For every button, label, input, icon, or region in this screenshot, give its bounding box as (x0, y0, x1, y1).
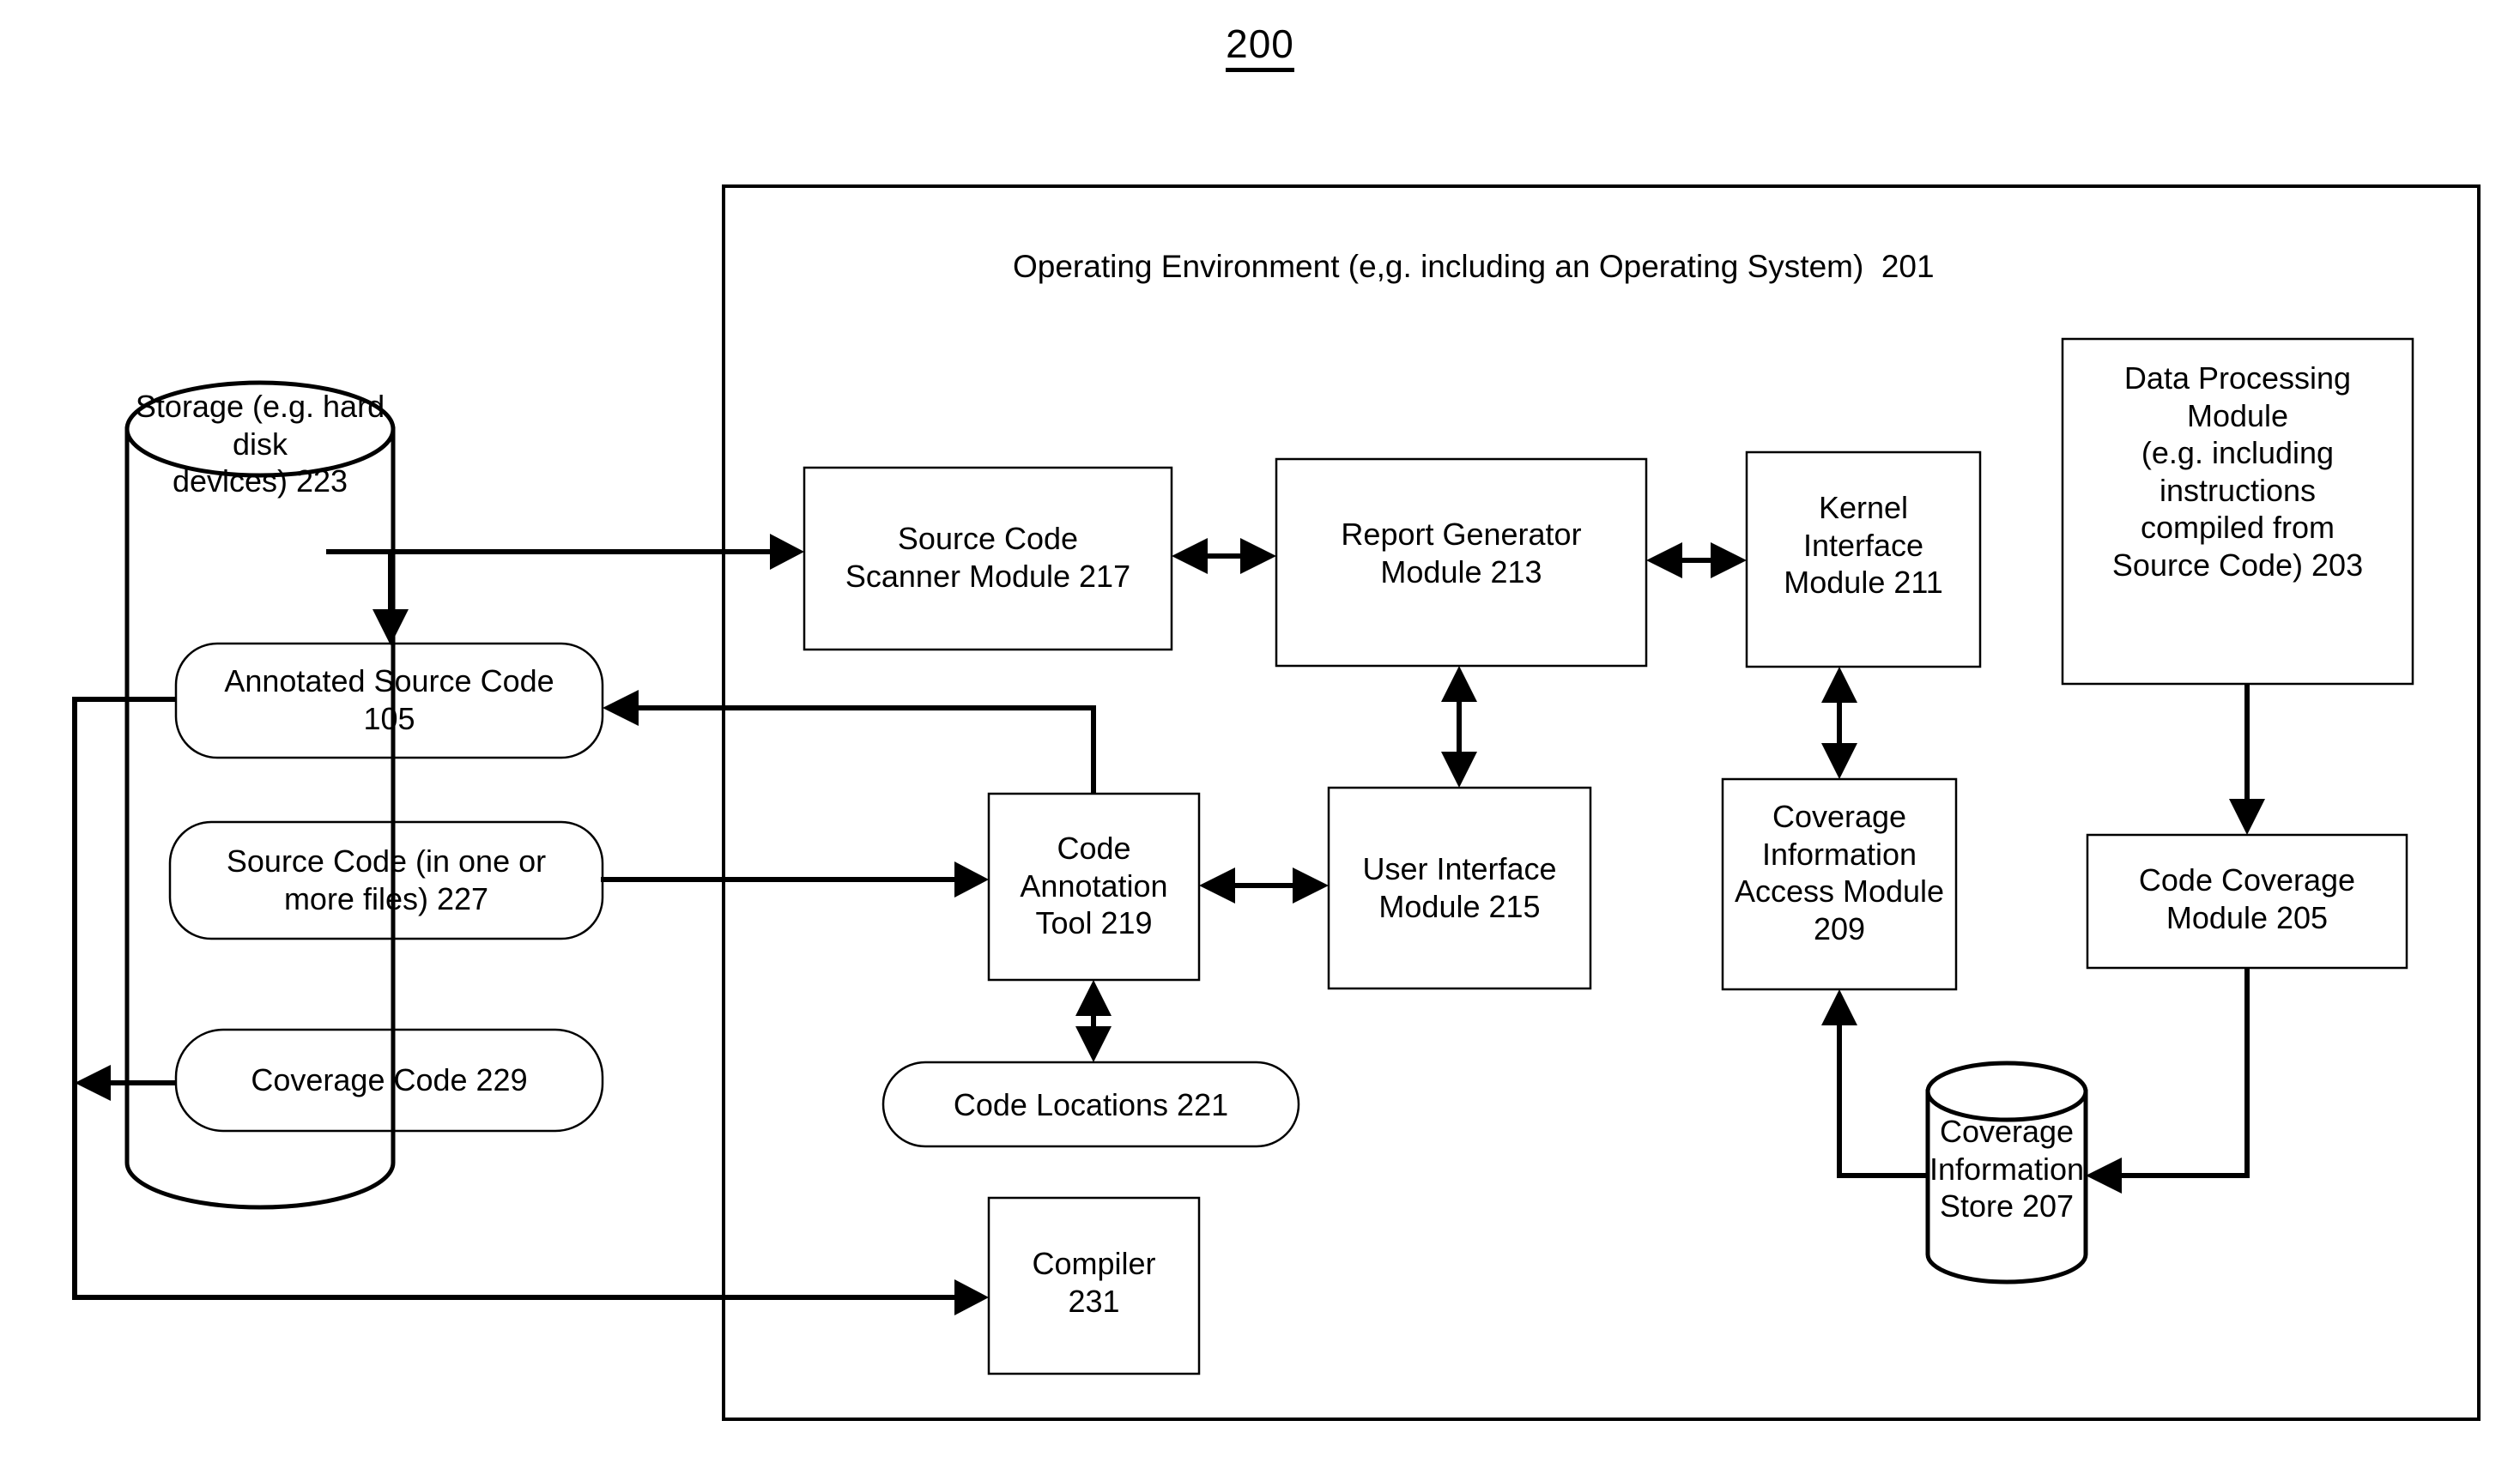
data-processing-box (2061, 337, 2414, 686)
arrowhead-annotated-right (603, 690, 639, 726)
arrowhead-coverage-access-top (1821, 743, 1857, 779)
arrowhead-annotation-bottom (1075, 980, 1112, 1016)
code-coverage-box (2086, 833, 2408, 970)
arrowhead-coverage-access-bottom (1821, 989, 1857, 1025)
arrowhead-scanner-right (1172, 538, 1208, 574)
code-annotation-tool-box (987, 792, 1201, 982)
report-generator-box (1275, 457, 1648, 668)
kernel-interface-box (1745, 450, 1982, 668)
connector-annotation-to-annotated (618, 705, 1096, 794)
arrowhead-codecoverage-top (2229, 799, 2265, 835)
arrowhead-ui-top (1441, 752, 1477, 788)
arrowhead-compiler-in (954, 1279, 989, 1315)
coverage-info-access-box (1721, 777, 1958, 991)
arrowhead-kernel-bottom (1821, 667, 1857, 703)
figure-canvas: 200 Operating Environment (e,g. includin… (0, 0, 2520, 1475)
source-code-scanner-box (803, 466, 1173, 651)
operating-environment-boundary (722, 184, 2481, 1421)
arrowhead-scanner-in (770, 534, 804, 570)
arrowhead-locations-top (1075, 1026, 1112, 1062)
arrowhead-report-bottom (1441, 666, 1477, 702)
arrowhead-left-bus (75, 1065, 111, 1101)
arrowhead-report-right (1646, 542, 1682, 578)
arrowhead-annotation-right (1199, 867, 1235, 904)
arrowhead-kernel-left (1711, 542, 1747, 578)
user-interface-box (1327, 786, 1592, 990)
arrowhead-store-right (2086, 1158, 2122, 1194)
connector-store-coverage-access (1837, 1024, 1928, 1178)
connector-codecoverage-store (2103, 968, 2250, 1178)
diagram-svg (72, 184, 2481, 1421)
arrowhead-ui-left (1293, 867, 1329, 904)
coverage-info-store-cylinder (1925, 1061, 2088, 1285)
arrowhead-annotation-left (954, 861, 989, 898)
compiler-box (987, 1196, 1201, 1375)
arrowhead-report-left (1240, 538, 1276, 574)
code-locations-box (881, 1061, 1300, 1148)
